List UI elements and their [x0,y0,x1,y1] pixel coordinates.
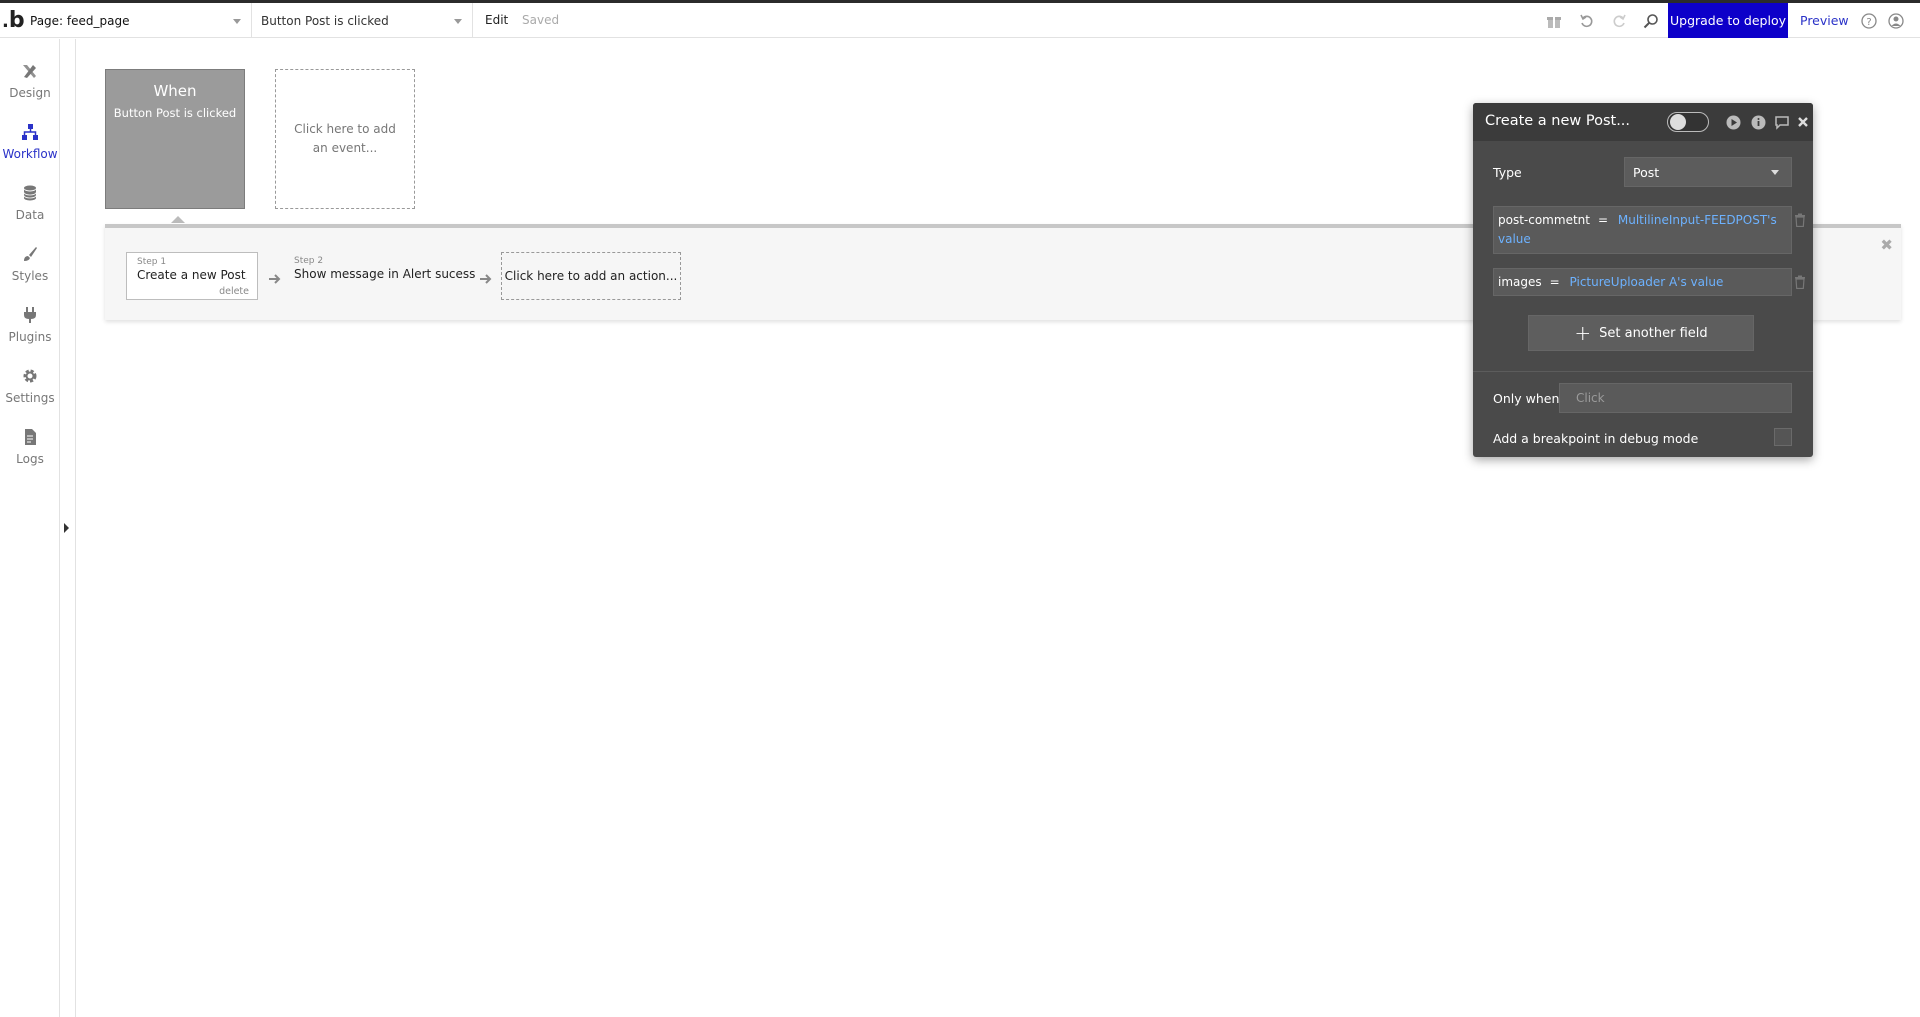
step-name: Show message in Alert sucess [294,267,476,281]
breakpoint-label: Add a breakpoint in debug mode [1493,431,1699,446]
chevron-down-icon [454,19,462,24]
add-action-button[interactable]: Click here to add an action... [501,252,681,300]
sidebar-item-workflow[interactable]: Workflow [0,113,60,171]
sidebar-item-label: Design [9,86,51,100]
equals-sign: = [1597,213,1609,227]
step-name: Create a new Post... [137,268,247,282]
chevron-down-icon [1771,170,1779,175]
panel-header: Create a new Post... [1473,103,1813,141]
edit-menu[interactable]: Edit [485,13,508,27]
save-status: Saved [522,13,560,27]
sidebar-item-settings[interactable]: Settings [0,357,60,415]
preview-button[interactable]: Preview [1800,13,1849,28]
only-when-label: Only when [1493,391,1560,406]
sidebar-item-label: Plugins [8,330,52,344]
set-another-label: Set another field [1599,325,1708,341]
search-icon[interactable] [1642,12,1660,30]
sidebar-item-data[interactable]: Data [0,174,60,232]
event-button-post-clicked[interactable]: When Button Post is clicked [105,69,245,209]
workflow-selector-label: Button Post is clicked [261,13,389,28]
panel-separator [1473,371,1813,372]
type-select-value: Post [1633,165,1660,180]
field-name: images [1498,275,1542,289]
undo-icon[interactable] [1578,12,1596,30]
action-toggle[interactable] [1667,112,1709,132]
workflow-selector[interactable]: Button Post is clicked [253,3,473,38]
account-icon[interactable] [1887,12,1905,30]
sidebar-item-styles[interactable]: Styles [0,235,60,293]
upgrade-button[interactable]: Upgrade to deploy [1668,3,1788,38]
sidebar-item-label: Logs [16,452,44,466]
bubble-logo[interactable]: .b [2,8,25,33]
arrow-right-icon [479,270,493,289]
arrow-right-icon [268,270,282,289]
event-when-subtitle: Button Post is clicked [113,106,237,120]
field-name: post-commetnt [1498,213,1590,227]
add-event-button[interactable]: Click here to add an event... [275,69,415,209]
step-2-card[interactable]: Step 2 Show message in Alert sucess [294,252,484,300]
chevron-down-icon [233,19,241,24]
trash-icon[interactable] [1794,275,1806,290]
field-row-images[interactable]: images = PictureUploader A's value [1493,268,1792,296]
sidebar-item-logs[interactable]: Logs [0,418,60,476]
comment-icon[interactable] [1774,114,1790,130]
type-select[interactable]: Post [1624,157,1792,187]
type-label: Type [1493,165,1522,180]
sidebar-item-design[interactable]: Design [0,52,60,110]
gear-icon [21,367,39,385]
trash-icon[interactable] [1794,213,1806,228]
redo-icon[interactable] [1610,12,1628,30]
svg-text:?: ? [1866,17,1871,28]
event-when-title: When [153,82,197,100]
action-property-editor: Create a new Post... Type Post post-comm… [1473,103,1813,457]
close-icon[interactable] [1795,114,1811,130]
info-icon[interactable] [1750,114,1766,130]
equals-sign: = [1549,275,1560,289]
field-expression[interactable]: PictureUploader A's value [1570,275,1724,289]
only-when-placeholder: Click [1576,391,1605,405]
event-pointer [171,216,185,223]
design-icon [21,62,39,80]
panel-title: Create a new Post... [1485,113,1631,129]
step-label: Step 1 [137,257,167,267]
plug-icon [21,306,39,324]
brush-icon [21,245,39,263]
breakpoint-checkbox[interactable] [1774,428,1792,446]
database-icon [21,184,39,202]
toggle-knob [1670,114,1686,130]
set-another-field-button[interactable]: + Set another field [1528,315,1754,351]
page-selector-label: Page: feed_page [30,13,130,28]
sidebar-item-label: Workflow [2,147,58,161]
document-icon [21,428,39,446]
step-1-card[interactable]: Step 1 Create a new Post... delete [126,252,258,300]
play-icon[interactable] [1725,114,1741,130]
plus-icon: + [1574,321,1592,345]
gift-icon[interactable] [1545,12,1563,30]
close-icon[interactable]: ✖ [1880,236,1893,254]
delete-step-link[interactable]: delete [219,286,249,297]
field-row-post-commetnt[interactable]: post-commetnt = MultilineInput-FEEDPOST's… [1493,206,1792,254]
top-toolbar: .b Page: feed_page Button Post is clicke… [0,3,1920,38]
sidebar-item-label: Styles [11,269,49,283]
page-selector[interactable]: Page: feed_page [24,3,252,38]
step-label: Step 2 [294,256,324,266]
left-sidebar: Design Workflow Data Styles Plugins Sett… [0,39,60,1017]
panel-divider [75,39,76,1017]
help-icon[interactable]: ? [1860,12,1878,30]
workflow-icon [21,123,39,141]
sidebar-item-plugins[interactable]: Plugins [0,296,60,354]
sidebar-item-label: Data [15,208,45,222]
only-when-input[interactable]: Click [1559,383,1792,413]
sidebar-item-label: Settings [5,391,55,405]
expand-panel-icon[interactable] [64,523,69,533]
